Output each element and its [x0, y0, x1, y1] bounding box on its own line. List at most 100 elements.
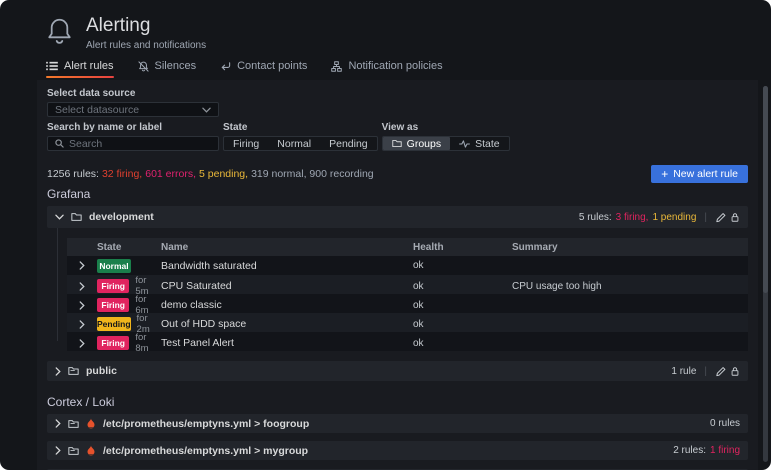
group-firing-count: 3 firing,: [616, 212, 649, 223]
chevron-right-icon[interactable]: [67, 301, 97, 310]
group-meta: 2 rules: 1 firing: [673, 445, 740, 456]
group-name: public: [86, 365, 117, 377]
group-name: /etc/prometheus/emptyns.yml > mygroup: [103, 445, 308, 457]
datasource-select[interactable]: Select datasource: [47, 102, 219, 117]
summary-pending: 5 pending,: [199, 168, 248, 180]
divider: |: [704, 212, 707, 223]
group-name: /etc/prometheus/emptyns.yml > foogroup: [103, 418, 309, 430]
chevron-right-icon[interactable]: [55, 419, 61, 428]
rule-health: ok: [413, 300, 512, 311]
state-badge: Normal: [97, 259, 131, 273]
view-as-state-label: State: [475, 138, 500, 150]
scrollbar-thumb[interactable]: [763, 86, 768, 293]
state-badge: Firing: [97, 298, 129, 312]
state-filter-group: Firing Normal Pending: [223, 136, 378, 151]
view-as-group: Groups State: [382, 136, 510, 151]
pulse-icon: [459, 140, 470, 148]
tab-silences[interactable]: Silences: [138, 60, 197, 81]
rule-summary: CPU usage too high: [512, 281, 748, 292]
view-as-groups-button[interactable]: Groups: [383, 137, 450, 150]
group-name: development: [89, 211, 154, 223]
rule-name: Test Panel Alert: [161, 337, 413, 349]
edit-icon[interactable]: [715, 366, 726, 377]
group-development[interactable]: development 5 rules: 3 firing, 1 pending…: [47, 206, 748, 228]
page-title: Alerting: [86, 15, 206, 37]
group-firing-count: 1 firing: [710, 445, 740, 456]
group-meta: 0 rules: [710, 418, 740, 429]
view-as-label: View as: [382, 122, 510, 133]
page-subtitle: Alert rules and notifications: [86, 40, 206, 51]
prometheus-icon: [86, 418, 96, 430]
group-foogroup[interactable]: /etc/prometheus/emptyns.yml > foogroup 0…: [47, 414, 748, 433]
col-health: Health: [413, 242, 512, 253]
tab-contact-points[interactable]: Contact points: [220, 60, 307, 81]
state-filter-normal[interactable]: Normal: [268, 137, 320, 150]
corner-arrow-icon: [220, 61, 231, 72]
content-panel: Select data source Select datasource Sea…: [37, 80, 758, 470]
folder-icon: [68, 419, 79, 429]
chevron-right-icon[interactable]: [67, 320, 97, 329]
divider: |: [704, 366, 707, 377]
group-rule-count: 2 rules:: [673, 445, 706, 456]
bell-slash-icon: [138, 61, 149, 72]
folder-icon: [68, 366, 79, 376]
table-rows: Normal Bandwidth saturated ok Firing for…: [67, 256, 748, 351]
state-badge: Firing: [97, 336, 129, 350]
prometheus-icon: [86, 445, 96, 457]
folder-icon: [68, 446, 79, 456]
rule-name: demo classic: [161, 299, 413, 311]
lock-icon[interactable]: [730, 212, 740, 223]
lock-icon[interactable]: [730, 366, 740, 377]
folder-icon: [392, 139, 402, 148]
sitemap-icon: [331, 61, 342, 72]
group-meta: 5 rules: 3 firing, 1 pending |: [579, 212, 740, 223]
group-mygroup[interactable]: /etc/prometheus/emptyns.yml > mygroup 2 …: [47, 441, 748, 460]
chevron-right-icon[interactable]: [55, 446, 61, 455]
table-row[interactable]: Normal Bandwidth saturated ok: [67, 256, 748, 275]
section-cortex-loki: Cortex / Loki: [47, 395, 748, 409]
tab-bar: Alert rules Silences Contact points: [46, 60, 771, 81]
chevron-right-icon[interactable]: [67, 339, 97, 348]
group-rule-count: 5 rules:: [579, 212, 612, 223]
rule-name: Bandwidth saturated: [161, 260, 413, 272]
tab-notification-policies[interactable]: Notification policies: [331, 60, 442, 81]
state-duration: for 8m: [135, 332, 161, 354]
chevron-right-icon[interactable]: [67, 282, 97, 291]
group-pending-count: 1 pending: [652, 212, 696, 223]
state-filter-firing[interactable]: Firing: [224, 137, 268, 150]
col-state: State: [97, 242, 161, 253]
rule-health: ok: [413, 281, 512, 292]
new-alert-rule-button[interactable]: + New alert rule: [651, 165, 748, 183]
summary-rest: 319 normal, 900 recording: [251, 168, 374, 180]
view-as-groups-label: Groups: [407, 138, 441, 150]
chevron-down-icon[interactable]: [55, 214, 64, 220]
rule-health: ok: [413, 319, 512, 330]
group-meta: 1 rule |: [671, 366, 740, 377]
tab-alert-rules[interactable]: Alert rules: [46, 60, 114, 81]
table-row[interactable]: Pending for 2m Out of HDD space ok: [67, 313, 748, 332]
plus-icon: +: [661, 168, 668, 180]
alerting-page: Alerting Alert rules and notifications A…: [0, 0, 771, 470]
scrollbar[interactable]: [763, 86, 768, 462]
rule-name: Out of HDD space: [161, 318, 413, 330]
state-badge: Firing: [97, 279, 129, 293]
chevron-right-icon[interactable]: [55, 367, 61, 376]
section-grafana: Grafana: [47, 187, 748, 201]
table-row[interactable]: Firing for 5m CPU Saturated ok CPU usage…: [67, 275, 748, 294]
search-input[interactable]: [69, 138, 211, 150]
rule-health: ok: [413, 260, 512, 271]
view-as-state-button[interactable]: State: [450, 137, 509, 150]
bell-icon: [46, 17, 73, 46]
chevron-right-icon[interactable]: [67, 261, 97, 270]
search-icon: [55, 139, 64, 148]
state-filter-pending[interactable]: Pending: [320, 137, 377, 150]
search-box: [47, 136, 219, 151]
rules-table: State Name Health Summary Normal Bandwid…: [67, 238, 748, 351]
edit-icon[interactable]: [715, 212, 726, 223]
table-row[interactable]: Firing for 6m demo classic ok: [67, 294, 748, 313]
tab-label: Alert rules: [64, 60, 114, 72]
table-row[interactable]: Firing for 8m Test Panel Alert ok: [67, 332, 748, 351]
datasource-label: Select data source: [47, 88, 748, 99]
group-public[interactable]: public 1 rule |: [47, 361, 748, 381]
table-header: State Name Health Summary: [67, 238, 748, 256]
